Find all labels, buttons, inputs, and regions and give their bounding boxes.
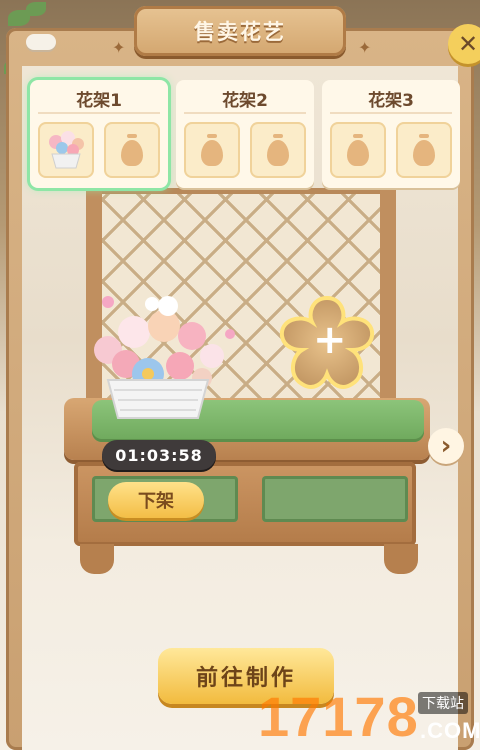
chevron-right-icon: › [440,431,452,461]
drawer [262,476,408,522]
shelf-tab-1[interactable]: 花架1 [30,80,168,188]
shelf-slot[interactable] [250,122,306,178]
vase-icon [413,134,435,166]
vase-icon [267,134,289,166]
bench-leg [80,544,114,574]
divider [184,112,306,114]
page-title: 售卖花艺 [194,20,286,44]
sale-timer: 01:03:58 [102,440,216,470]
bench-leg [384,544,418,574]
unshelf-button[interactable]: 下架 [108,482,204,518]
vine-leaf [26,2,46,16]
watermark-domain: .COM [420,718,480,743]
close-button[interactable]: ✕ [448,24,480,64]
unshelf-label: 下架 [138,491,174,512]
watermark-site: 下载站 [418,692,468,714]
flower-basket-display[interactable] [68,282,244,422]
shelf-slot[interactable] [330,122,386,178]
add-flower-slot[interactable]: + [270,290,384,400]
diamond-deco-icon: ✦ [358,38,372,57]
shelf-label: 花架3 [368,91,414,111]
divider [330,112,452,114]
shelf-label: 花架2 [222,91,268,111]
shelf-tab-3[interactable]: 花架3 [322,80,460,188]
close-icon: ✕ [457,30,479,58]
hanging-pot [26,34,56,50]
shelf-slot[interactable] [104,122,160,178]
vase-icon [121,134,143,166]
diamond-deco-icon: ✦ [112,38,126,57]
plus-icon: + [313,317,347,363]
flower-basket-icon [49,131,84,169]
shelf-slot[interactable] [184,122,240,178]
shelf-slot[interactable] [396,122,452,178]
watermark-logo: 17178 [258,685,419,748]
shelf-tab-2[interactable]: 花架2 [176,80,314,188]
next-shelf-button[interactable]: › [428,428,464,464]
flowers [94,296,235,390]
divider [38,112,160,114]
shelf-label: 花架1 [76,91,122,111]
shelf-slot[interactable] [38,122,94,178]
title-plaque: 售卖花艺 [134,6,346,56]
vase-icon [347,134,369,166]
vase-icon [201,134,223,166]
